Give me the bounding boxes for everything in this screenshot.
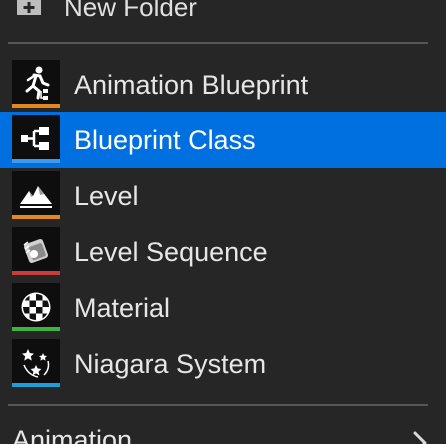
level-sequence-icon	[12, 227, 60, 275]
asset-color-strip	[12, 104, 60, 108]
submenu-label: Animation	[12, 425, 133, 444]
menu-item-label: Niagara System	[74, 349, 267, 379]
blueprint-class-icon	[12, 115, 60, 163]
menu-item-level[interactable]: Level	[0, 168, 446, 224]
context-menu: New Folder Animation Blueprint Blueprint…	[0, 0, 446, 444]
menu-divider	[8, 404, 428, 406]
chevron-right-icon	[410, 430, 430, 444]
menu-item-label: Material	[74, 293, 171, 323]
submenu-animation[interactable]: Animation	[0, 418, 446, 444]
menu-item-blueprint-class[interactable]: Blueprint Class	[0, 112, 446, 168]
animation-blueprint-icon	[12, 60, 60, 108]
menu-item-label: Level Sequence	[74, 237, 268, 267]
menu-item-label: Level	[74, 181, 139, 211]
folder-plus-icon	[16, 0, 42, 16]
menu-item-niagara-system[interactable]: Niagara System	[0, 336, 446, 392]
menu-item-material[interactable]: Material	[0, 280, 446, 336]
niagara-system-icon	[12, 339, 60, 387]
asset-color-strip	[12, 383, 60, 387]
new-folder-menu-item[interactable]: New Folder	[0, 0, 446, 28]
menu-item-label: Animation Blueprint	[74, 70, 309, 100]
asset-color-strip	[12, 215, 60, 219]
asset-color-strip	[12, 271, 60, 275]
level-icon	[12, 171, 60, 219]
menu-divider	[8, 42, 428, 44]
menu-item-animation-blueprint[interactable]: Animation Blueprint	[0, 57, 446, 113]
menu-item-level-sequence[interactable]: Level Sequence	[0, 224, 446, 280]
asset-color-strip	[12, 327, 60, 331]
new-folder-label: New Folder	[64, 0, 197, 22]
material-icon	[12, 283, 60, 331]
asset-color-strip	[12, 159, 60, 163]
menu-item-label: Blueprint Class	[74, 125, 256, 155]
